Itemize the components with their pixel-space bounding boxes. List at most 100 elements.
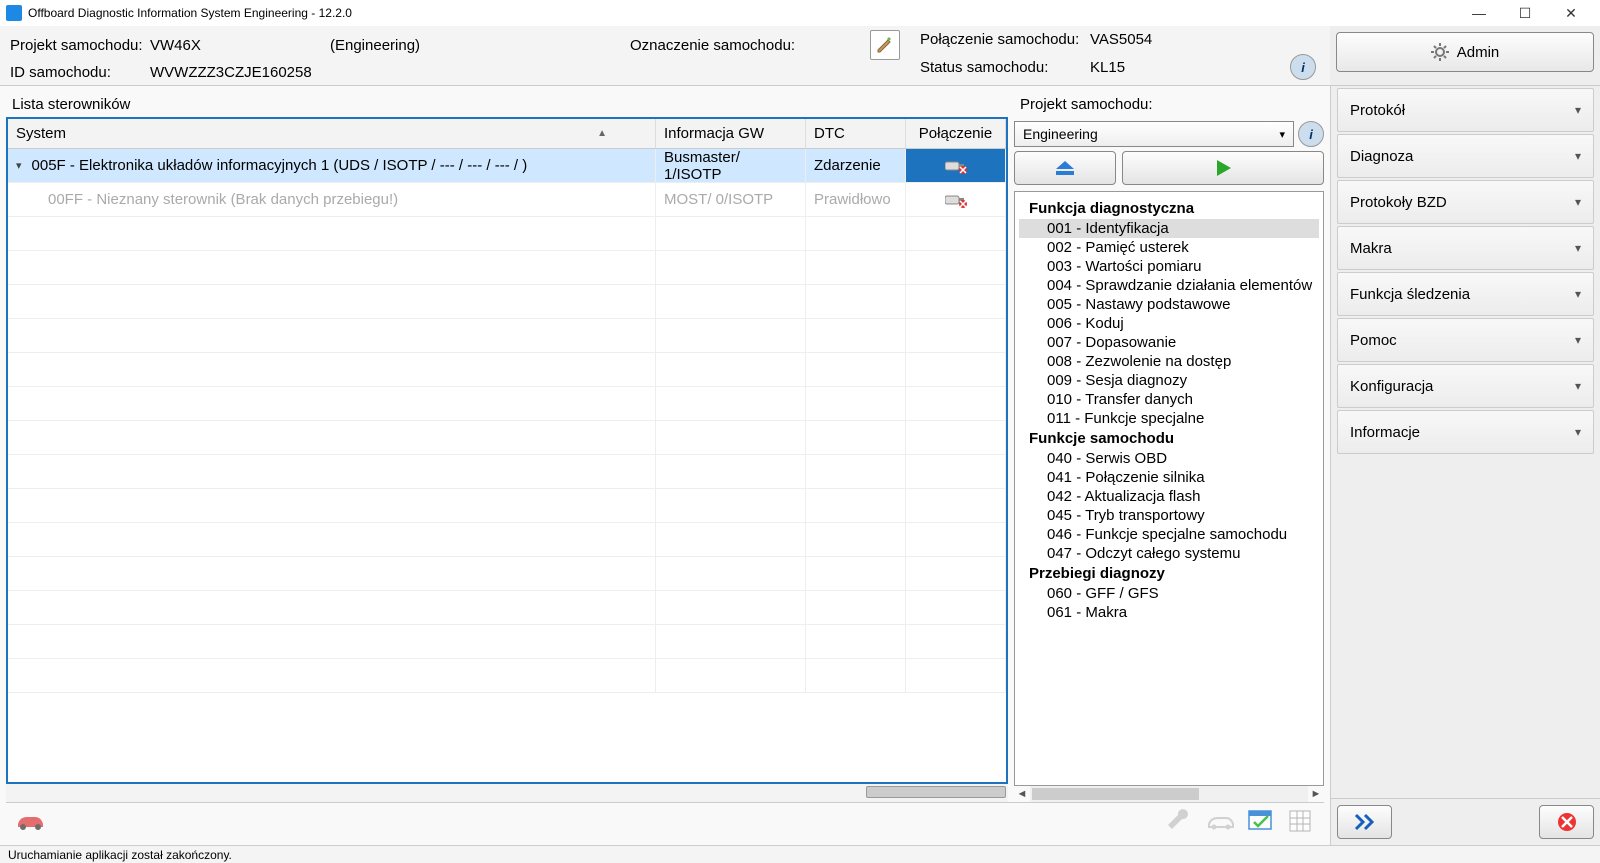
tree-item[interactable]: 045 - Tryb transportowy [1019,506,1319,525]
status-bar: Uruchamianie aplikacji został zakończony… [0,845,1600,863]
sort-indicator-icon: ▲ [597,128,607,139]
sidebar-item[interactable]: Informacje ▾ [1337,410,1594,454]
chevron-down-icon: ▾ [1575,241,1581,255]
tree-hscroll[interactable]: ◄ ► [1014,786,1324,802]
tree-item[interactable]: 060 - GFF / GFS [1019,584,1319,603]
table-row-empty [8,523,1006,557]
scroll-left-icon[interactable]: ◄ [1014,786,1030,802]
tree-item[interactable]: 047 - Odczyt całego systemu [1019,544,1319,563]
connection-value: VAS5054 [1090,31,1290,48]
double-chevron-icon [1354,813,1376,831]
close-button[interactable]: ✕ [1548,0,1594,26]
titlebar: Offboard Diagnostic Information System E… [0,0,1600,26]
minimize-button[interactable]: — [1456,0,1502,26]
connection-label: Połączenie samochodu: [920,31,1090,48]
car-icon [15,812,45,830]
edit-designation-button[interactable] [870,30,900,60]
table-row[interactable]: 00FF - Nieznany sterownik (Brak danych p… [8,183,1006,217]
function-tree[interactable]: Funkcja diagnostyczna001 - Identyfikacja… [1014,191,1324,786]
header: Projekt samochodu: VW46X (Engineering) O… [0,26,1600,86]
vehicle-icon-button[interactable] [14,807,46,835]
tree-item[interactable]: 006 - Koduj [1019,314,1319,333]
table-row-empty [8,421,1006,455]
play-button[interactable] [1122,151,1324,185]
cell-dtc: Zdarzenie [806,149,906,182]
col-gw[interactable]: Informacja GW [656,119,806,148]
grid-hscroll[interactable] [6,784,1008,802]
tool-car-button [1204,807,1236,835]
admin-button[interactable]: Admin [1336,32,1594,72]
cell-connection [906,149,1006,182]
maximize-button[interactable]: ☐ [1502,0,1548,26]
tree-item[interactable]: 005 - Nastawy podstawowe [1019,295,1319,314]
scrollbar-thumb[interactable] [1032,788,1199,800]
sidebar-item[interactable]: Makra▾ [1337,226,1594,270]
tree-item[interactable]: 004 - Sprawdzanie działania elementów [1019,276,1319,295]
tree-item[interactable]: 046 - Funkcje specjalne samochodu [1019,525,1319,544]
table-row-empty [8,353,1006,387]
project-combo[interactable]: Engineering ▾ [1014,121,1294,147]
sidebar-item-label: Diagnoza [1350,148,1413,165]
main-toolbar [6,802,1324,839]
cancel-button[interactable] [1539,805,1594,839]
table-row[interactable]: ▾005F - Elektronika układów informacyjny… [8,149,1006,183]
tree-item[interactable]: 009 - Sesja diagnozy [1019,371,1319,390]
tree-item[interactable]: 011 - Funkcje specjalne [1019,409,1319,428]
scrollbar-thumb[interactable] [866,786,1006,798]
table-row-empty [8,557,1006,591]
tool-check-button[interactable] [1244,807,1276,835]
project-mode: (Engineering) [330,37,630,54]
eject-icon [1054,159,1076,177]
chevron-down-icon: ▾ [1575,287,1581,301]
tool-grid-button[interactable] [1284,807,1316,835]
id-label: ID samochodu: [10,64,150,81]
forward-button[interactable] [1337,805,1392,839]
sidebar-item-label: Pomoc [1350,332,1397,349]
project-info-button[interactable]: i [1298,121,1324,147]
controller-grid: System▲ Informacja GW DTC Połączenie ▾00… [6,117,1008,784]
tree-item[interactable]: 040 - Serwis OBD [1019,449,1319,468]
sidebar-item[interactable]: Konfiguracja▾ [1337,364,1594,408]
tree-item[interactable]: 007 - Dopasowanie [1019,333,1319,352]
cell-dtc: Prawidłowo [806,183,906,216]
status-info-button[interactable]: i [1290,54,1316,80]
sidebar-item-label: Protokoły BZD [1350,194,1447,211]
sidebar-item-label: Funkcja śledzenia [1350,286,1470,303]
grid-body[interactable]: ▾005F - Elektronika układów informacyjny… [8,149,1006,782]
col-system[interactable]: System▲ [8,119,656,148]
tree-item[interactable]: 002 - Pamięć usterek [1019,238,1319,257]
sidebar-item[interactable]: Funkcja śledzenia ▾ [1337,272,1594,316]
tree-item[interactable]: 041 - Połączenie silnika [1019,468,1319,487]
expand-icon[interactable]: ▾ [16,159,22,172]
tree-item[interactable]: 042 - Aktualizacja flash [1019,487,1319,506]
id-value: WVWZZZ3CZJE160258 [150,64,900,81]
sidebar-item[interactable]: Protokoły BZD ▾ [1337,180,1594,224]
chevron-down-icon: ▾ [1575,195,1581,209]
tree-header: Funkcja diagnostyczna [1019,198,1319,219]
tree-item[interactable]: 001 - Identyfikacja [1019,219,1319,238]
controller-list-title: Lista sterowników [6,92,1008,117]
sidebar-item[interactable]: Protokół▾ [1337,88,1594,132]
left-pane: Lista sterowników System▲ Informacja GW … [6,92,1008,802]
status-text: Uruchamianie aplikacji został zakończony… [8,848,232,862]
sidebar-item[interactable]: Pomoc▾ [1337,318,1594,362]
col-connection[interactable]: Połączenie [906,119,1006,148]
tree-item[interactable]: 010 - Transfer danych [1019,390,1319,409]
connection-status-icon [945,158,967,174]
tree-item[interactable]: 003 - Wartości pomiaru [1019,257,1319,276]
sidebar-item-label: Informacje [1350,424,1420,441]
table-row-empty [8,659,1006,693]
table-row-empty [8,285,1006,319]
chevron-down-icon: ▾ [1575,425,1581,439]
project-label: Projekt samochodu: [10,37,150,54]
table-row-empty [8,387,1006,421]
tree-item[interactable]: 008 - Zezwolenie na dostęp [1019,352,1319,371]
eject-button[interactable] [1014,151,1116,185]
col-dtc[interactable]: DTC [806,119,906,148]
chevron-down-icon: ▾ [1575,103,1581,117]
tree-item[interactable]: 061 - Makra [1019,603,1319,622]
right-pane: Projekt samochodu: Engineering ▾ i [1014,92,1324,802]
admin-button-label: Admin [1457,44,1500,61]
scroll-right-icon[interactable]: ► [1308,786,1324,802]
sidebar-item[interactable]: Diagnoza▾ [1337,134,1594,178]
